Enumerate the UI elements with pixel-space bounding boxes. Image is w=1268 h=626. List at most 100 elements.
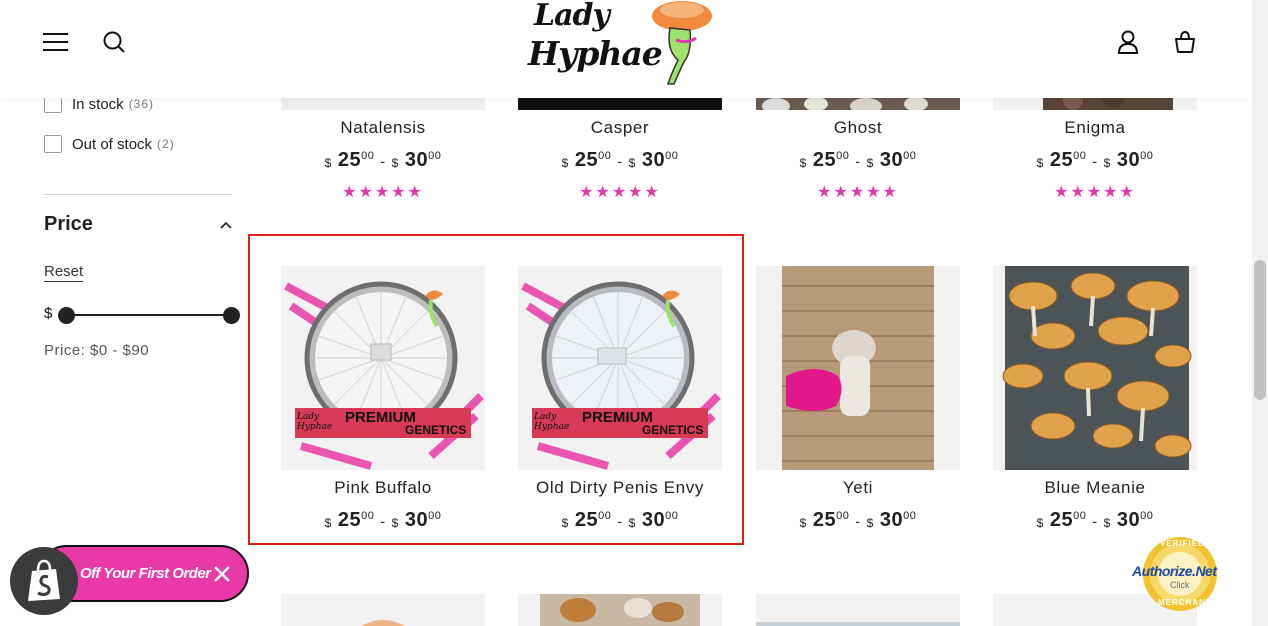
price-range-text: Price: $0 - $90 xyxy=(44,342,150,359)
product-name[interactable]: Enigma xyxy=(993,118,1197,138)
price-high: 30 xyxy=(879,509,904,531)
currency-symbol: $ xyxy=(561,156,569,170)
filter-label: In stock xyxy=(72,95,124,113)
price-separator: - xyxy=(380,153,386,169)
product-name[interactable]: Natalensis xyxy=(281,118,485,138)
price-cents: 00 xyxy=(836,150,850,162)
currency-symbol: $ xyxy=(799,156,807,170)
price-high: 30 xyxy=(1116,509,1141,531)
badge-brand: Lady Hyphae xyxy=(534,412,570,432)
price-high: 30 xyxy=(641,149,666,171)
price-separator: - xyxy=(855,153,861,169)
yeti-photo xyxy=(782,266,934,470)
price-separator: - xyxy=(380,513,386,529)
price-reset-link[interactable]: Reset xyxy=(44,263,84,282)
filter-out-of-stock[interactable]: Out of stock (2) xyxy=(44,135,175,153)
filter-divider xyxy=(44,194,232,195)
product-image-old-dirty-penis-envy[interactable]: Lady Hyphae PREMIUM GENETICS xyxy=(518,266,722,470)
menu-icon[interactable] xyxy=(42,28,70,56)
star-rating: ★★★★★ xyxy=(579,184,661,201)
price-low: 25 xyxy=(812,509,837,531)
product-name[interactable]: Pink Buffalo xyxy=(281,478,485,498)
currency-symbol: $ xyxy=(1036,516,1044,530)
out-of-stock-checkbox[interactable] xyxy=(44,135,62,153)
currency-symbol: $ xyxy=(561,516,569,530)
product-image-pink-buffalo[interactable]: Lady Hyphae PREMIUM GENETICS xyxy=(281,266,485,470)
product-price: $ 2500- $ 3000 xyxy=(281,509,485,532)
close-icon[interactable] xyxy=(212,564,232,584)
price-low: 25 xyxy=(1049,149,1074,171)
star-rating: ★★★★★ xyxy=(817,184,899,201)
product-price: $ 2500- $ 3000 xyxy=(993,149,1197,172)
price-cents: 00 xyxy=(836,510,850,522)
price-slider-min-handle[interactable] xyxy=(58,307,75,324)
price-cents: 00 xyxy=(1140,510,1154,522)
currency-symbol: $ xyxy=(799,516,807,530)
price-cents: 00 xyxy=(1140,150,1154,162)
site-logo[interactable]: Lady Hyphae xyxy=(528,0,718,90)
chevron-up-icon[interactable] xyxy=(219,218,233,232)
price-low: 25 xyxy=(812,149,837,171)
product-name[interactable]: Casper xyxy=(518,118,722,138)
badge-bottom-text: GENETICS xyxy=(642,423,704,437)
price-cents: 00 xyxy=(903,510,917,522)
product-image-row3-3[interactable] xyxy=(756,594,960,626)
product-price: $ 2500- $ 3000 xyxy=(756,509,960,532)
price-cents: 00 xyxy=(361,510,375,522)
currency-symbol: $ xyxy=(324,516,332,530)
authorize-net-seal[interactable]: VERIFIED Authorize.Net Click MERCHANT xyxy=(1130,536,1230,614)
price-low: 25 xyxy=(337,509,362,531)
currency-symbol: $ xyxy=(1103,156,1111,170)
product-price: $ 2500- $ 3000 xyxy=(756,149,960,172)
star-rating: ★★★★★ xyxy=(342,184,424,201)
product-image-row3-2[interactable] xyxy=(518,594,722,626)
promo-text: Off Your First Order xyxy=(80,565,211,582)
currency-symbol: $ xyxy=(391,156,399,170)
product-image-row3-1[interactable] xyxy=(281,594,485,626)
price-separator: - xyxy=(1092,153,1098,169)
filter-count: (36) xyxy=(128,97,155,111)
product-name[interactable]: Old Dirty Penis Envy xyxy=(518,478,722,498)
star-rating: ★★★★★ xyxy=(1054,184,1136,201)
logo-text-line1: Lady xyxy=(534,0,610,33)
badge-brand: Lady Hyphae xyxy=(297,412,333,432)
price-separator: - xyxy=(617,153,623,169)
seal-click-text: Click xyxy=(1170,580,1190,590)
price-cents: 00 xyxy=(665,510,679,522)
price-low: 25 xyxy=(337,149,362,171)
product-price: $ 2500- $ 3000 xyxy=(518,149,722,172)
price-slider-track[interactable] xyxy=(66,314,232,316)
product-name[interactable]: Blue Meanie xyxy=(993,478,1197,498)
currency-symbol: $ xyxy=(866,156,874,170)
price-cents: 00 xyxy=(428,510,442,522)
product-image-blue-meanie[interactable] xyxy=(993,266,1197,470)
price-slider-max-handle[interactable] xyxy=(223,307,240,324)
currency-symbol: $ xyxy=(628,156,636,170)
price-separator: - xyxy=(1092,513,1098,529)
price-low: 25 xyxy=(1049,509,1074,531)
price-filter-title[interactable]: Price xyxy=(44,213,93,236)
price-cents: 00 xyxy=(1073,150,1087,162)
currency-symbol: $ xyxy=(866,516,874,530)
account-icon[interactable] xyxy=(1114,28,1142,56)
currency-symbol: $ xyxy=(1103,516,1111,530)
product-name[interactable]: Ghost xyxy=(756,118,960,138)
product-price: $ 2500- $ 3000 xyxy=(281,149,485,172)
cart-icon[interactable] xyxy=(1171,28,1199,56)
seal-brand-text: Authorize.Net xyxy=(1132,563,1217,579)
price-cents: 00 xyxy=(665,150,679,162)
mushroom-logo-icon xyxy=(652,1,712,85)
currency-symbol: $ xyxy=(324,156,332,170)
badge-bottom-text: GENETICS xyxy=(405,423,467,437)
price-currency: $ xyxy=(44,305,53,322)
price-cents: 00 xyxy=(361,150,375,162)
product-image-yeti[interactable] xyxy=(756,266,960,470)
price-high: 30 xyxy=(1116,149,1141,171)
product-price: $ 2500- $ 3000 xyxy=(993,509,1197,532)
price-cents: 00 xyxy=(903,150,917,162)
search-icon[interactable] xyxy=(100,28,128,56)
price-high: 30 xyxy=(641,509,666,531)
product-name[interactable]: Yeti xyxy=(756,478,960,498)
shopify-bag-icon[interactable] xyxy=(10,547,78,615)
scrollbar-thumb[interactable] xyxy=(1254,260,1266,400)
